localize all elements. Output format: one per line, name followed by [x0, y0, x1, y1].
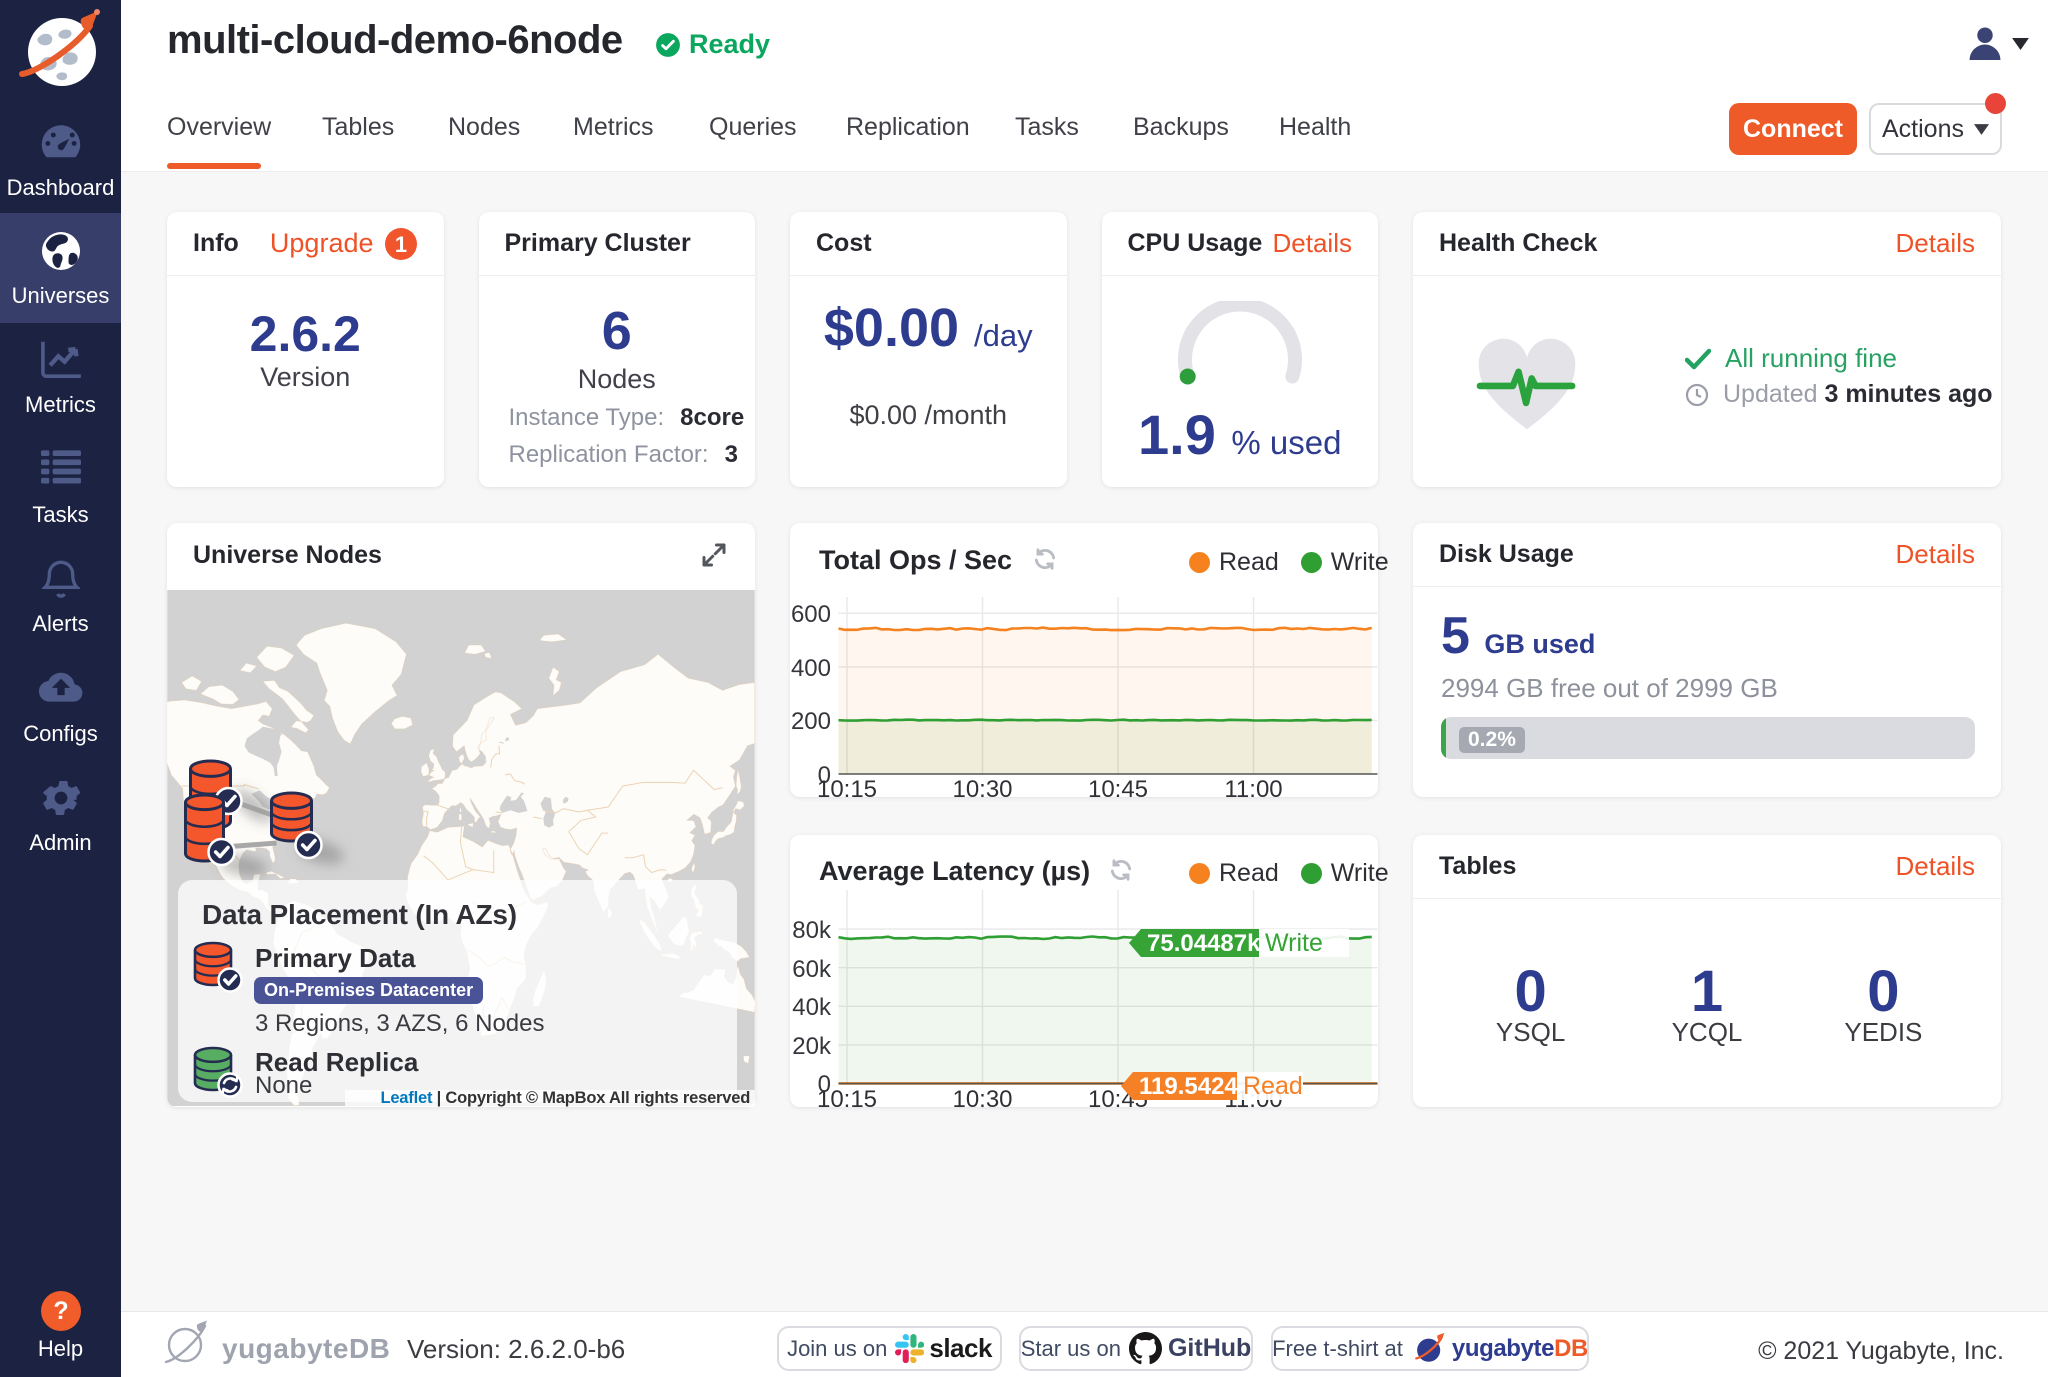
svg-text:Write: Write	[1265, 929, 1323, 957]
svg-text:75.04487k: 75.04487k	[1147, 930, 1261, 957]
svg-text:Read: Read	[1243, 1072, 1303, 1100]
svg-text:?: ?	[53, 1297, 68, 1325]
svg-text:1: 1	[394, 232, 406, 257]
svg-text:119.5424: 119.5424	[1139, 1073, 1238, 1100]
